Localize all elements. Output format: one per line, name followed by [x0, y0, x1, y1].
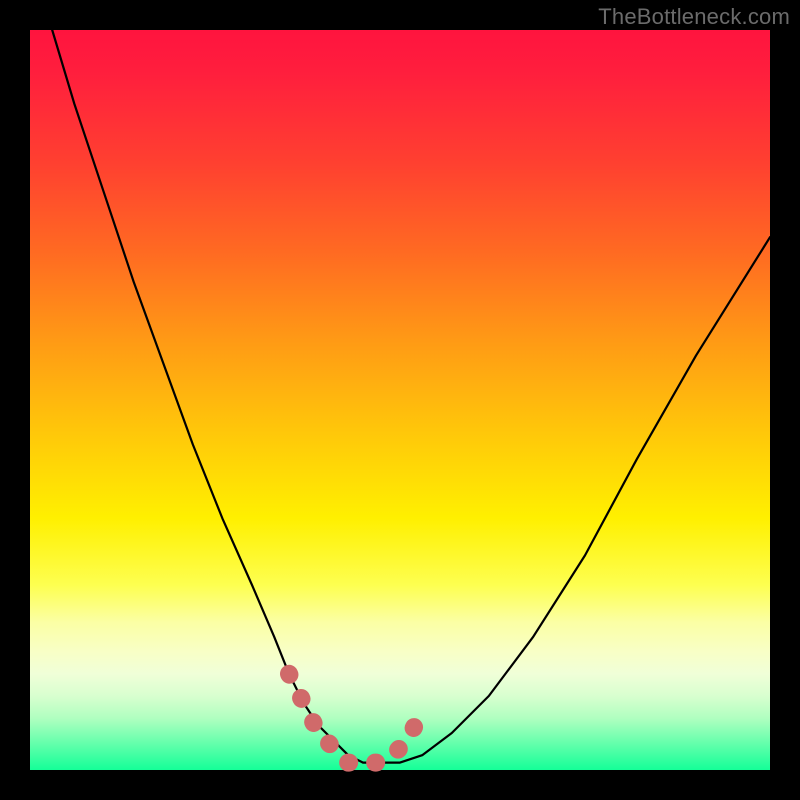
chart-svg [30, 30, 770, 770]
bottleneck-curve [52, 30, 770, 763]
chart-frame: TheBottleneck.com [0, 0, 800, 800]
marker-path-group [289, 674, 422, 763]
plot-area [30, 30, 770, 770]
curve-path-group [52, 30, 770, 763]
watermark-text: TheBottleneck.com [598, 4, 790, 30]
optimal-range-marker [289, 674, 422, 763]
